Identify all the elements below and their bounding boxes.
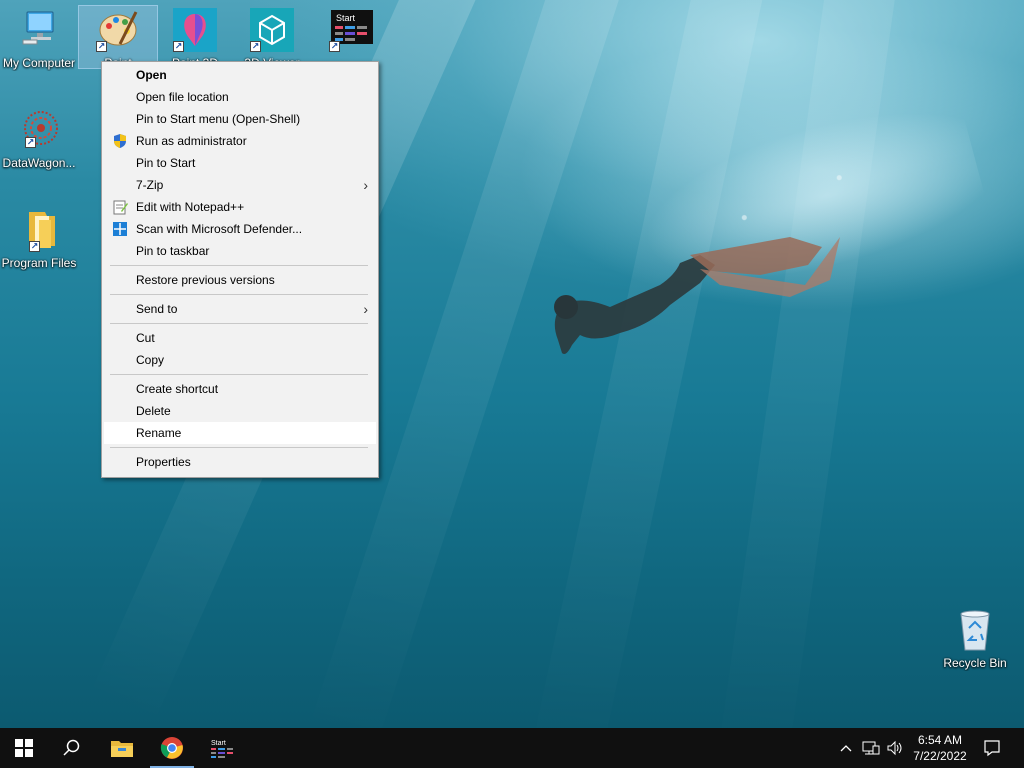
submenu-arrow-icon: › — [363, 177, 368, 193]
network-icon — [862, 741, 880, 755]
menu-item-open-file-location[interactable]: Open file location — [102, 86, 378, 108]
menu-item-restore-previous-versions[interactable]: Restore previous versions — [102, 269, 378, 291]
desktop-icon-my-computer[interactable]: My Computer — [0, 6, 78, 70]
cube-icon: ↗ — [248, 6, 296, 54]
menu-separator — [110, 447, 368, 448]
desktop[interactable]: My Computer ↗ Paint ↗ Paint 3D ↗ 3D View… — [0, 0, 1024, 728]
taskbar-open-shell[interactable]: Start — [198, 728, 246, 768]
svg-text:Start: Start — [336, 13, 356, 23]
desktop-icon-program-files[interactable]: ↗ Program Files — [0, 206, 78, 270]
submenu-arrow-icon: › — [363, 301, 368, 317]
clock-date: 7/22/2022 — [913, 749, 967, 763]
shortcut-arrow-icon: ↗ — [250, 41, 261, 52]
desktop-icon-datawagon[interactable]: ↗ DataWagon... — [0, 106, 78, 170]
taskbar: Start 6:54 AM 7/22/2022 — [0, 728, 1024, 768]
start-tile-icon: Start — [211, 740, 233, 758]
menu-item-run-as-administrator[interactable]: Run as administrator — [102, 130, 378, 152]
action-center-button[interactable] — [978, 728, 1006, 768]
menu-item-pin-to-taskbar[interactable]: Pin to taskbar — [102, 240, 378, 262]
menu-item-cut[interactable]: Cut — [102, 327, 378, 349]
menu-separator — [110, 265, 368, 266]
menu-separator — [110, 374, 368, 375]
menu-item-pin-to-start[interactable]: Pin to Start — [102, 152, 378, 174]
paint-palette-icon: ↗ — [94, 6, 142, 54]
folder-icon: ↗ — [15, 206, 63, 254]
desktop-icon-3d-viewer[interactable]: ↗ 3D Viewer — [233, 6, 311, 68]
desktop-icon-paint[interactable]: ↗ Paint — [78, 5, 158, 69]
desktop-icon-label: Recycle Bin — [943, 656, 1007, 670]
shield-icon — [112, 133, 128, 149]
network-status[interactable] — [860, 728, 882, 768]
desktop-icon-open-shell[interactable]: Start ↗ ... — [312, 6, 390, 68]
menu-item-copy[interactable]: Copy — [102, 349, 378, 371]
datawagon-icon: ↗ — [15, 106, 63, 154]
desktop-icon-recycle-bin[interactable]: Recycle Bin — [936, 606, 1014, 670]
shortcut-arrow-icon: ↗ — [29, 241, 40, 252]
chevron-up-icon — [840, 745, 852, 752]
show-hidden-icons-chevron[interactable] — [836, 728, 856, 768]
menu-item-delete[interactable]: Delete — [102, 400, 378, 422]
shortcut-arrow-icon: ↗ — [329, 41, 340, 52]
defender-icon — [112, 221, 128, 237]
menu-separator — [110, 323, 368, 324]
shortcut-arrow-icon: ↗ — [173, 41, 184, 52]
menu-item-pin-to-start-menu[interactable]: Pin to Start menu (Open-Shell) — [102, 108, 378, 130]
notification-icon — [984, 740, 1000, 757]
menu-item-7zip[interactable]: 7-Zip › — [102, 174, 378, 196]
folder-icon — [111, 741, 133, 757]
clock-time: 6:54 AM — [917, 733, 963, 747]
recycle-bin-icon — [951, 606, 999, 654]
desktop-icon-paint-3d[interactable]: ↗ Paint 3D — [156, 6, 234, 68]
menu-item-send-to[interactable]: Send to › — [102, 298, 378, 320]
menu-item-edit-with-notepadpp[interactable]: Edit with Notepad++ — [102, 196, 378, 218]
start-tile-icon: Start ↗ — [327, 6, 375, 54]
paint-3d-icon: ↗ — [171, 6, 219, 54]
search-icon — [63, 739, 80, 756]
system-clock[interactable]: 6:54 AM 7/22/2022 — [905, 728, 975, 768]
context-menu: Open Open file location Pin to Start men… — [101, 61, 379, 478]
desktop-icon-label: DataWagon... — [2, 156, 76, 170]
taskbar-chrome[interactable] — [148, 728, 196, 768]
desktop-icon-label: My Computer — [2, 56, 76, 70]
shortcut-arrow-icon: ↗ — [25, 137, 36, 148]
search-button[interactable] — [48, 728, 96, 768]
speaker-icon — [887, 740, 902, 756]
menu-separator — [110, 294, 368, 295]
menu-item-scan-with-defender[interactable]: Scan with Microsoft Defender... — [102, 218, 378, 240]
menu-item-open[interactable]: Open — [102, 64, 378, 86]
start-button[interactable] — [0, 728, 48, 768]
svg-text:Start: Start — [211, 740, 226, 747]
menu-item-properties[interactable]: Properties — [102, 451, 378, 473]
chrome-icon — [160, 737, 183, 759]
volume-control[interactable] — [884, 728, 906, 768]
menu-item-create-shortcut[interactable]: Create shortcut — [102, 378, 378, 400]
taskbar-file-explorer[interactable] — [98, 728, 146, 768]
menu-item-rename[interactable]: Rename — [104, 422, 376, 444]
windows-logo-icon — [15, 739, 33, 757]
computer-icon — [15, 6, 63, 54]
diver-image — [554, 237, 840, 354]
shortcut-arrow-icon: ↗ — [96, 41, 107, 52]
notepad-plus-plus-icon — [112, 199, 128, 215]
desktop-icon-label: Program Files — [1, 256, 77, 270]
